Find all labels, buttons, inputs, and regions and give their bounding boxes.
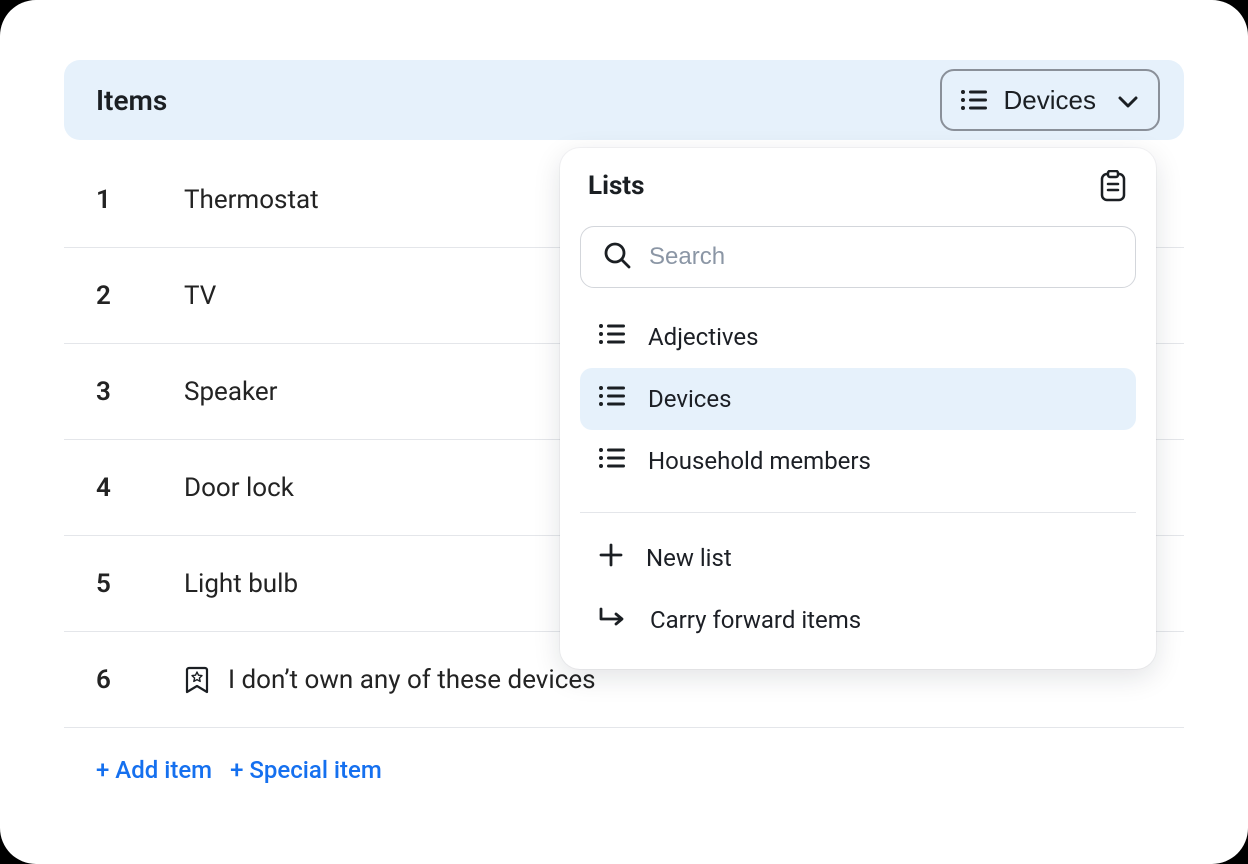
row-label-wrap: I don’t own any of these devices: [184, 665, 596, 695]
row-number: 4: [96, 473, 120, 503]
row-label-wrap: TV: [184, 281, 216, 311]
bookmark-star-icon: [184, 665, 210, 695]
list-option-label: Adjectives: [648, 323, 759, 351]
row-label-wrap: Door lock: [184, 473, 294, 503]
new-list-label: New list: [646, 544, 732, 572]
search-input[interactable]: [649, 243, 1113, 271]
carry-forward-label: Carry forward items: [650, 606, 861, 634]
row-label: I don’t own any of these devices: [228, 665, 596, 695]
row-label: TV: [184, 281, 216, 311]
list-option-label: Devices: [648, 385, 731, 413]
row-number: 2: [96, 281, 120, 311]
actions-bar: + Add item + Special item: [64, 728, 1184, 784]
row-number: 1: [96, 185, 120, 215]
row-number: 5: [96, 569, 120, 599]
popover-title: Lists: [588, 171, 644, 201]
search-field[interactable]: [580, 226, 1136, 288]
list-option[interactable]: Devices: [580, 368, 1136, 430]
editor-card: Items Devices 1 Thermostat 2 TV 3: [0, 0, 1248, 864]
plus-icon: [598, 542, 624, 574]
dropdown-label: Devices: [1004, 85, 1096, 116]
lists-popover: Lists AdjectivesDevicesHouseho: [560, 148, 1156, 669]
divider: [580, 512, 1136, 513]
carry-forward-icon: [598, 606, 628, 634]
popover-footer: New list Carry forward items: [560, 523, 1156, 659]
add-item-link[interactable]: + Add item: [96, 756, 212, 784]
chevron-down-icon: [1118, 85, 1138, 116]
header-title: Items: [96, 84, 167, 117]
list-icon: [960, 88, 988, 112]
clipboard-list-icon[interactable]: [1098, 170, 1128, 202]
row-label: Thermostat: [184, 185, 319, 215]
row-label: Door lock: [184, 473, 294, 503]
row-number: 6: [96, 665, 120, 695]
special-item-link[interactable]: + Special item: [230, 756, 382, 784]
search-icon: [603, 241, 631, 273]
list-dropdown-button[interactable]: Devices: [940, 69, 1160, 131]
row-label: Light bulb: [184, 569, 298, 599]
row-label-wrap: Thermostat: [184, 185, 319, 215]
items-header: Items Devices: [64, 60, 1184, 140]
list-option[interactable]: Household members: [580, 430, 1136, 492]
list-icon: [598, 323, 626, 351]
list-icon: [598, 447, 626, 475]
list-option-label: Household members: [648, 447, 871, 475]
row-number: 3: [96, 377, 120, 407]
popover-header: Lists: [560, 170, 1156, 218]
row-label-wrap: Speaker: [184, 377, 278, 407]
new-list-button[interactable]: New list: [580, 527, 1136, 589]
popover-lists: Adjectives Devices Household members: [560, 302, 1156, 502]
carry-forward-button[interactable]: Carry forward items: [580, 589, 1136, 651]
row-label-wrap: Light bulb: [184, 569, 298, 599]
row-label: Speaker: [184, 377, 278, 407]
list-option[interactable]: Adjectives: [580, 306, 1136, 368]
list-icon: [598, 385, 626, 413]
